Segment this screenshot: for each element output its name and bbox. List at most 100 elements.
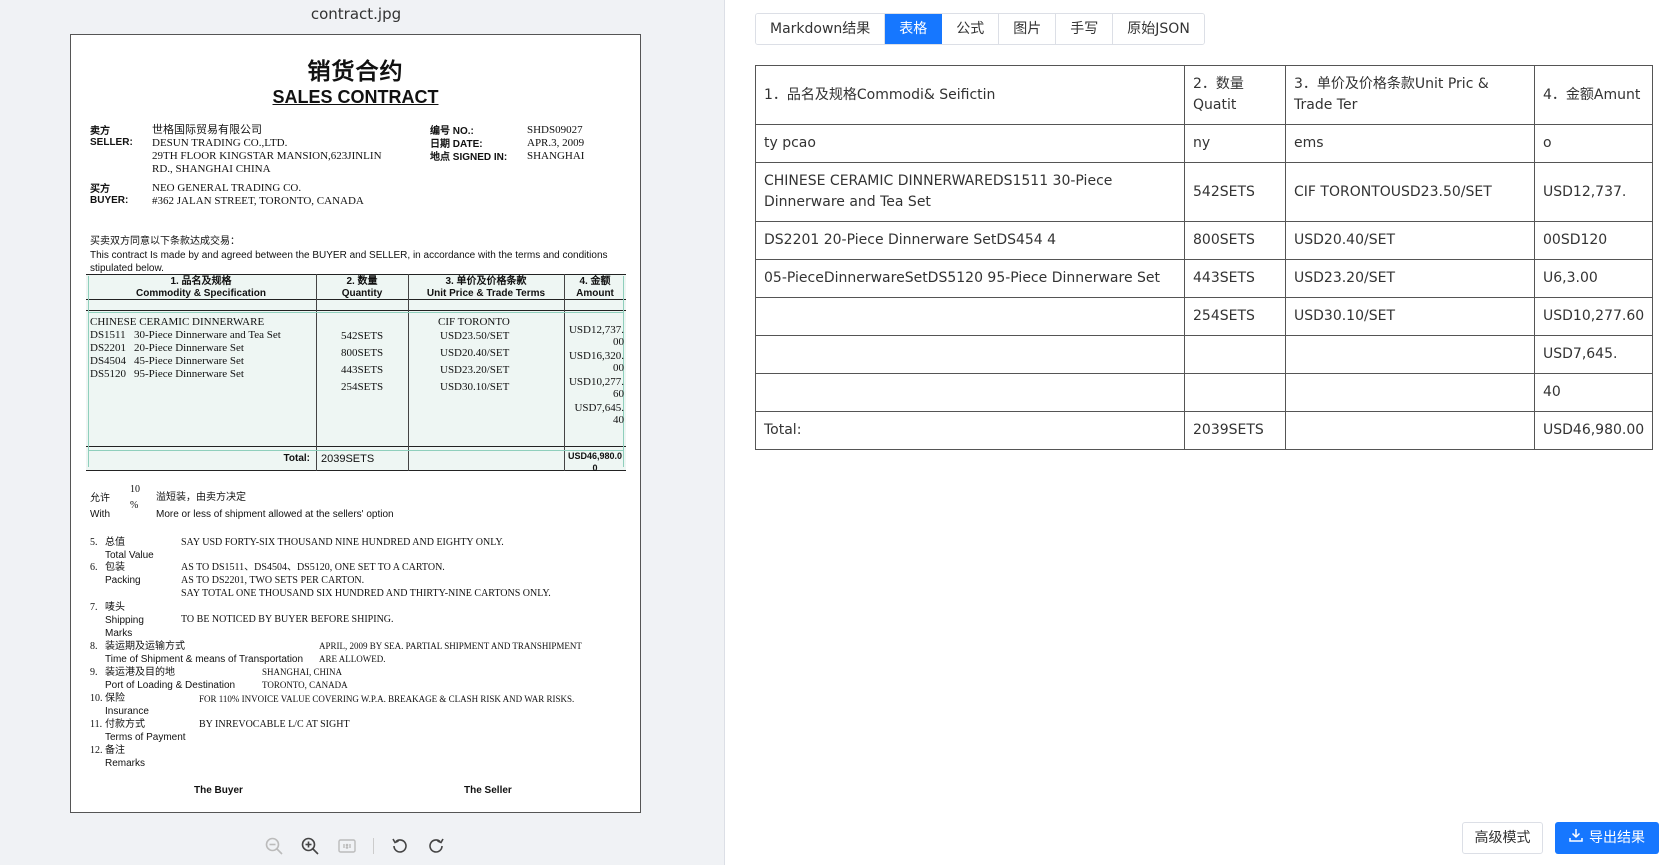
date-value: APR.3, 2009	[527, 137, 585, 149]
item-desc: 95-Piece Dinnerware Set	[134, 368, 244, 380]
table-cell	[1184, 373, 1286, 412]
table-row: USD7,645.	[755, 335, 1654, 374]
buyer-name: NEO GENERAL TRADING CO.	[152, 182, 302, 194]
rotate-right-icon[interactable]	[426, 836, 446, 856]
zoom-in-icon[interactable]	[300, 836, 320, 856]
clause-8-num: 8.	[90, 641, 98, 652]
table-cell: 254SETS	[1184, 297, 1286, 336]
clause-6-text: AS TO DS2201, TWO SETS PER CARTON.	[181, 575, 365, 586]
doc-title-en: SALES CONTRACT	[272, 87, 439, 107]
table-cell: CIF TORONTOUSD23.50/SET	[1285, 162, 1535, 222]
contract-image: 销货合约 SALES CONTRACT 卖方 SELLER: 世格国际贸易有限公…	[70, 34, 641, 813]
table-cell: USD10,277.60	[1533, 297, 1654, 336]
clause-11-cn: 付款方式	[105, 719, 145, 730]
result-table: 1．品名及规格Commodi& Seifictin 2．数量Quatit 3．单价及…	[755, 65, 1654, 450]
clause-9-num: 9.	[90, 667, 98, 678]
advanced-mode-button[interactable]: 高级模式	[1462, 822, 1543, 854]
commodity-table: 1. 品名及规格 Commodity & Specification 2. 数量 Q…	[86, 274, 626, 473]
clause-8-cn: 装运期及运输方式	[105, 641, 185, 652]
tab-formula[interactable]: 公式	[942, 14, 1000, 44]
clause-8-text: ARE ALLOWED.	[319, 654, 386, 664]
contract-no-value: SHDS09027	[527, 124, 583, 136]
amount-line: 00	[613, 336, 624, 348]
clause-5-cn: 总值	[105, 537, 125, 548]
table-header-commodity: 1. 品名及规格 Commodity & Specification	[135, 276, 266, 299]
item-desc: 45-Piece Dinnerware Set	[134, 355, 244, 367]
intro-cn: 买卖双方同意以下条款达成交易：	[90, 236, 240, 247]
table-cell: ty pcao	[755, 124, 1185, 163]
contract-no-label: 编号 NO.:	[430, 126, 474, 137]
clause-7-text: TO BE NOTICED BY BUYER BEFORE SHIPING.	[181, 614, 394, 625]
signed-in-label: 地点 SIGNED IN:	[430, 152, 508, 163]
allow-note-en: More or less of shipment allowed at the …	[156, 509, 394, 520]
table-row: Total: 2039SETS USD46,980.00	[755, 411, 1654, 450]
price-terms: CIF TORONTO	[438, 316, 510, 328]
table-cell: 2．数量Quatit	[1184, 65, 1286, 125]
table-cell: U6,3.00	[1533, 259, 1654, 298]
clause-7-en: Shipping	[105, 615, 144, 626]
table-cell: 1．品名及规格Commodi& Seifictin	[755, 65, 1185, 125]
allow-note-cn: 溢短装，由卖方决定	[156, 492, 246, 503]
tab-handwriting[interactable]: 手写	[1056, 14, 1114, 44]
item-qty: 800SETS	[341, 347, 384, 359]
tab-images[interactable]: 图片	[999, 14, 1057, 44]
doc-title-cn: 销货合约	[307, 59, 404, 85]
table-header-amount: 4. 金额 Amount	[576, 276, 614, 299]
clause-12-en: Remarks	[105, 758, 146, 769]
table-cell: USD7,645.	[1533, 335, 1654, 374]
item-price: USD23.20/SET	[440, 364, 510, 376]
table-cell	[1285, 373, 1535, 412]
amount-line: 40	[613, 414, 624, 426]
tab-markdown[interactable]: Markdown结果	[756, 14, 886, 44]
table-cell: 2039SETS	[1184, 411, 1286, 450]
table-cell: 443SETS	[1184, 259, 1286, 298]
seller-name-en: DESUN TRADING CO.,LTD.	[152, 137, 288, 149]
table-cell	[1285, 411, 1535, 450]
table-cell: Total:	[755, 411, 1185, 450]
zoom-out-icon[interactable]	[264, 836, 284, 856]
clause-8-text: APRIL, 2009 BY SEA. PARTIAL SHIPMENT AND…	[319, 641, 582, 651]
table-cell: 40	[1533, 373, 1654, 412]
results-pane: Markdown结果 表格 公式 图片 手写 原始JSON 1．品名及规格Com…	[726, 0, 1670, 865]
table-cell: ems	[1285, 124, 1535, 163]
clause-6-text: AS TO DS1511、DS4504、DS5120, ONE SET TO A…	[181, 562, 445, 573]
table-header-quantity: 2. 数量 Quantity	[341, 276, 383, 299]
item-qty: 542SETS	[341, 330, 384, 342]
table-cell: DS2201 20-Piece Dinnerware SetDS454 4	[755, 221, 1185, 260]
clause-10-text: FOR 110% INVOICE VALUE COVERING W.P.A. B…	[199, 694, 575, 704]
table-row: 05-PieceDinnerwareSetDS5120 95-Piece Din…	[755, 259, 1654, 298]
table-cell: 4．金额Amunt	[1533, 65, 1654, 125]
clause-5-num: 5.	[90, 537, 98, 548]
clause-9-text: TORONTO, CANADA	[262, 680, 348, 690]
item-qty: 254SETS	[341, 381, 384, 393]
actual-size-icon[interactable]	[337, 836, 357, 856]
table-cell: USD23.20/SET	[1285, 259, 1535, 298]
clause-11-text: BY INREVOCABLE L/C AT SIGHT	[199, 719, 350, 730]
result-tabs: Markdown结果 表格 公式 图片 手写 原始JSON	[755, 13, 1205, 45]
buyer-address: #362 JALAN STREET, TORONTO, CANADA	[152, 195, 364, 207]
clause-6-cn: 包装	[105, 562, 125, 573]
tab-table[interactable]: 表格	[885, 14, 943, 44]
table-cell: 05-PieceDinnerwareSetDS5120 95-Piece Din…	[755, 259, 1185, 298]
seller-signature-label: The Seller	[464, 785, 512, 796]
table-row: CHINESE CERAMIC DINNERWAREDS1511 30-Piec…	[755, 162, 1654, 222]
allow-percent: 10	[130, 484, 140, 495]
clause-6-num: 6.	[90, 562, 98, 573]
table-row: ty pcao ny ems o	[755, 124, 1654, 163]
item-code: DS2201	[90, 342, 127, 354]
table-row: 40	[755, 373, 1654, 412]
table-cell: o	[1533, 124, 1654, 163]
table-header-row: 1．品名及规格Commodi& Seifictin 2．数量Quatit 3．单价及…	[755, 65, 1654, 125]
item-desc: 20-Piece Dinnerware Set	[134, 342, 244, 354]
clause-10-cn: 保险	[105, 693, 125, 704]
rotate-left-icon[interactable]	[390, 836, 410, 856]
table-row: 254SETS USD30.10/SET USD10,277.60	[755, 297, 1654, 336]
tab-raw-json[interactable]: 原始JSON	[1113, 14, 1204, 44]
table-header-price: 3. 单价及价格条款 Unit Price & Trade Terms	[426, 276, 546, 299]
export-results-button[interactable]: 导出结果	[1555, 822, 1659, 854]
item-price: USD23.50/SET	[440, 330, 510, 342]
amount-line: 60	[613, 388, 624, 400]
clause-8-en: Time of Shipment & means of Transportati…	[105, 654, 304, 665]
seller-address-1: 29TH FLOOR KINGSTAR MANSION,623JINLIN	[152, 150, 382, 162]
item-price: USD20.40/SET	[440, 347, 510, 359]
